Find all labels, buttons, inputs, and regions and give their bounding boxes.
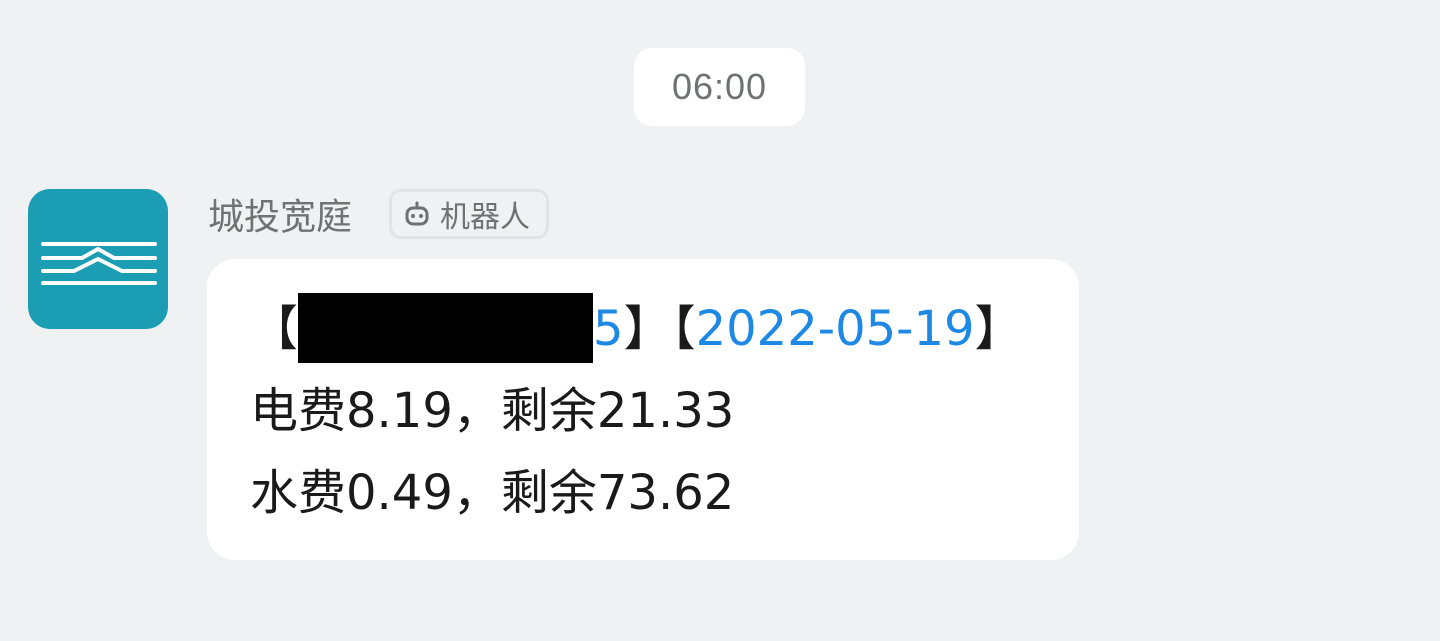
robot-icon: [402, 199, 432, 229]
open-bracket: 【: [671, 301, 696, 357]
water-line: 水费0.49，剩余73.62: [250, 465, 735, 521]
room-link[interactable]: 5: [593, 301, 624, 357]
sender-avatar[interactable]: [28, 189, 168, 329]
date-link[interactable]: 2022-05-19: [696, 301, 975, 357]
message-timestamp: 06:00: [634, 48, 805, 126]
logo-icon: [41, 242, 157, 285]
close-bracket: 】: [974, 301, 1023, 357]
redacted-block: [298, 293, 594, 363]
open-bracket: 【: [250, 301, 299, 357]
bot-badge-label: 机器人: [440, 200, 530, 235]
sender-name[interactable]: 城投宽庭: [208, 196, 352, 240]
bot-badge: 机器人: [389, 189, 549, 239]
electricity-line: 电费8.19，剩余21.33: [250, 383, 735, 439]
message-line-room-date: 【5】【2022-05-19】: [250, 293, 1023, 367]
close-bracket: 】: [623, 301, 672, 357]
